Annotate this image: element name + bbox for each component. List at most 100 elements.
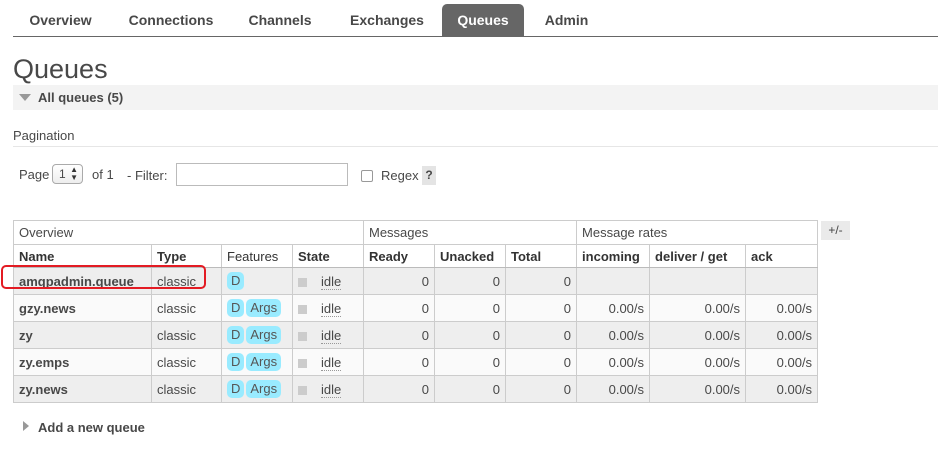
state-label: idle <box>321 327 342 344</box>
divider <box>13 146 938 147</box>
group-header-message-rates: Message rates <box>576 220 819 245</box>
durable-badge: D <box>227 380 245 398</box>
column-header-state[interactable]: State <box>292 244 364 268</box>
queue-name-link[interactable]: zy.emps <box>13 348 152 376</box>
rate-incoming: 0.00/s <box>576 294 651 322</box>
queue-features: D Args <box>221 348 293 376</box>
args-badge: Args <box>246 326 282 344</box>
durable-badge: D <box>227 272 245 290</box>
messages-ready: 0 <box>363 348 435 376</box>
filter-label: - Filter: <box>127 168 168 183</box>
messages-total: 0 <box>504 267 578 295</box>
select-arrows-icon: ▲ ▼ <box>70 165 78 182</box>
args-badge: Args <box>246 380 282 398</box>
state-indicator-icon <box>298 304 307 314</box>
messages-unacked: 0 <box>434 348 506 376</box>
column-header-total[interactable]: Total <box>504 244 578 268</box>
queue-features: D Args <box>221 321 293 349</box>
args-badge: Args <box>246 353 282 371</box>
queue-state: idle <box>292 375 364 403</box>
column-header-features: Features <box>221 244 293 268</box>
column-header-name[interactable]: Name <box>13 244 152 268</box>
rate-deliver-get: 0.00/s <box>649 321 747 349</box>
rate-ack: 0.00/s <box>745 375 819 403</box>
state-indicator-icon <box>298 331 307 341</box>
table-row[interactable]: amqpadmin.queue classic Didle 0 0 0 <box>13 267 819 295</box>
rate-ack <box>745 267 819 295</box>
tab-queues[interactable]: Queues <box>442 4 524 37</box>
messages-ready: 0 <box>363 375 435 403</box>
messages-ready: 0 <box>363 294 435 322</box>
messages-unacked: 0 <box>434 294 506 322</box>
column-header-type[interactable]: Type <box>151 244 222 268</box>
page-of-label: of 1 <box>92 167 114 182</box>
queues-table: Overview Messages Message rates Name Typ… <box>13 220 819 403</box>
state-label: idle <box>321 354 342 371</box>
messages-total: 0 <box>504 375 578 403</box>
add-new-queue-toggle[interactable]: Add a new queue <box>38 420 145 435</box>
tab-connections[interactable]: Connections <box>116 4 226 37</box>
messages-unacked: 0 <box>434 375 506 403</box>
queue-name-link[interactable]: amqpadmin.queue <box>13 267 152 295</box>
queue-state: idle <box>292 321 364 349</box>
queue-features: D <box>221 267 293 295</box>
state-indicator-icon <box>298 385 307 395</box>
help-button[interactable]: ? <box>422 166 436 185</box>
regex-label: Regex <box>381 168 419 183</box>
tab-exchanges[interactable]: Exchanges <box>335 4 439 37</box>
state-label: idle <box>321 273 342 290</box>
queue-state: idle <box>292 348 364 376</box>
tab-channels[interactable]: Channels <box>236 4 324 37</box>
queue-name-link[interactable]: gzy.news <box>13 294 152 322</box>
queue-state: idle <box>292 294 364 322</box>
triangle-down-icon <box>19 94 31 101</box>
rate-deliver-get <box>649 267 747 295</box>
filter-input[interactable] <box>176 163 348 186</box>
messages-total: 0 <box>504 294 578 322</box>
messages-unacked: 0 <box>434 267 506 295</box>
args-badge: Args <box>246 299 282 317</box>
triangle-right-icon <box>23 421 29 431</box>
queue-type: classic <box>151 294 222 322</box>
durable-badge: D <box>227 353 245 371</box>
tab-overview[interactable]: Overview <box>13 4 108 37</box>
messages-ready: 0 <box>363 267 435 295</box>
rate-ack: 0.00/s <box>745 294 819 322</box>
table-row[interactable]: gzy.news classic D Args idle 0 0 0 0.00/s 0.00/s 0… <box>13 294 819 322</box>
table-row[interactable]: zy.emps classic D Args idle 0 0 0 0.00/s 0.00/s 0.… <box>13 348 819 376</box>
columns-toggle-button[interactable]: +/- <box>821 221 850 240</box>
column-header-incoming[interactable]: incoming <box>576 244 651 268</box>
page-select-value: 1 <box>59 167 66 181</box>
queue-state: idle <box>292 267 364 295</box>
queue-name-link[interactable]: zy <box>13 321 152 349</box>
state-indicator-icon <box>298 277 307 287</box>
rate-incoming: 0.00/s <box>576 375 651 403</box>
table-row[interactable]: zy.news classic D Args idle 0 0 0 0.00/s 0.00/s 0.… <box>13 375 819 403</box>
pagination-label: Pagination <box>13 128 75 143</box>
page-title: Queues <box>13 54 108 84</box>
queue-name-link[interactable]: zy.news <box>13 375 152 403</box>
state-label: idle <box>321 300 342 317</box>
rate-deliver-get: 0.00/s <box>649 348 747 376</box>
state-label: idle <box>321 381 342 398</box>
column-header-unacked[interactable]: Unacked <box>434 244 506 268</box>
messages-total: 0 <box>504 348 578 376</box>
table-row[interactable]: zy classic D Args idle 0 0 0 0.00/s 0.00/s 0.00/s <box>13 321 819 349</box>
queue-type: classic <box>151 267 222 295</box>
rate-ack: 0.00/s <box>745 321 819 349</box>
column-header-ack[interactable]: ack <box>745 244 819 268</box>
rate-incoming: 0.00/s <box>576 348 651 376</box>
messages-unacked: 0 <box>434 321 506 349</box>
all-queues-section-header[interactable]: All queues (5) <box>13 85 938 110</box>
column-header-deliver-get[interactable]: deliver / get <box>649 244 747 268</box>
group-header-messages: Messages <box>362 220 578 245</box>
rate-ack: 0.00/s <box>745 348 819 376</box>
tab-admin[interactable]: Admin <box>533 4 600 37</box>
durable-badge: D <box>227 326 245 344</box>
queue-type: classic <box>151 375 222 403</box>
state-indicator-icon <box>298 358 307 368</box>
page-select[interactable]: 1 ▲ ▼ <box>52 164 83 184</box>
regex-checkbox[interactable] <box>361 170 373 182</box>
messages-total: 0 <box>504 321 578 349</box>
column-header-ready[interactable]: Ready <box>363 244 435 268</box>
